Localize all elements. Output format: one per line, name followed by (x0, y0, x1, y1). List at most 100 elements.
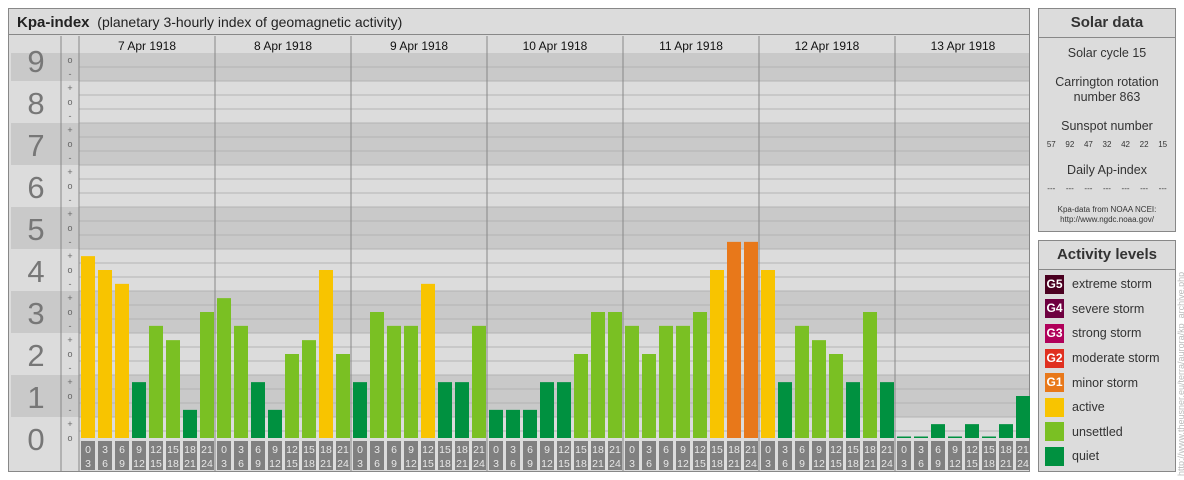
day-label: 7 Apr 1918 (118, 39, 176, 53)
band-7 (11, 123, 1029, 165)
kp-bar (948, 436, 962, 438)
interval-end: 24 (473, 458, 485, 470)
kp-bar (557, 382, 571, 438)
kp-bar (217, 298, 231, 438)
minor-tick-label: + (67, 83, 72, 93)
interval-start: 12 (558, 444, 570, 456)
minor-tick-label: o (67, 181, 72, 191)
interval-end: 12 (949, 458, 961, 470)
interval-end: 12 (541, 458, 553, 470)
legend-label: quiet (1072, 449, 1100, 464)
kp-bar (421, 283, 435, 438)
minor-tick-label: o (67, 97, 72, 107)
interval-end: 6 (782, 458, 788, 470)
interval-start: 6 (935, 444, 941, 456)
minor-tick-label: + (67, 335, 72, 345)
interval-end: 24 (745, 458, 757, 470)
interval-start: 12 (966, 444, 978, 456)
interval-start: 6 (255, 444, 261, 456)
kp-bar (829, 354, 843, 438)
interval-end: 21 (456, 458, 468, 470)
interval-start: 3 (510, 444, 516, 456)
kp-bar (693, 312, 707, 438)
interval-end: 18 (847, 458, 859, 470)
minor-tick-label: o (67, 55, 72, 65)
interval-end: 3 (765, 458, 771, 470)
interval-start: 15 (711, 444, 723, 456)
y-tick-label: 7 (27, 128, 44, 163)
interval-start: 0 (357, 444, 363, 456)
interval-end: 6 (510, 458, 516, 470)
interval-start: 12 (830, 444, 842, 456)
interval-start: 9 (544, 444, 550, 456)
interval-start: 15 (983, 444, 995, 456)
interval-end: 24 (881, 458, 893, 470)
interval-end: 21 (728, 458, 740, 470)
interval-end: 18 (983, 458, 995, 470)
interval-end: 12 (269, 458, 281, 470)
kp-bar (200, 312, 214, 438)
interval-start: 6 (799, 444, 805, 456)
interval-end: 15 (830, 458, 842, 470)
source-url: http://www.ngdc.noaa.gov/ (1060, 215, 1154, 224)
minor-tick-label: - (69, 237, 72, 247)
interval-end: 12 (813, 458, 825, 470)
day-label: 11 Apr 1918 (659, 39, 723, 53)
interval-start: 9 (136, 444, 142, 456)
sunspot-numbers: 57 92 47 32 42 22 15 (1042, 140, 1172, 149)
sunspot-value: 47 (1083, 140, 1093, 149)
interval-start: 18 (728, 444, 740, 456)
kp-bar (710, 270, 724, 438)
kp-bar (931, 424, 945, 438)
sunspot-label: Sunspot number (1061, 119, 1153, 133)
kp-bar (506, 409, 520, 438)
kp-bar (98, 270, 112, 438)
interval-end: 15 (150, 458, 162, 470)
interval-start: 18 (592, 444, 604, 456)
interval-end: 6 (918, 458, 924, 470)
y-tick-label: 4 (27, 254, 44, 289)
kp-bar (659, 325, 673, 438)
interval-end: 6 (102, 458, 108, 470)
minor-tick-label: - (69, 111, 72, 121)
day-label: 10 Apr 1918 (523, 39, 588, 53)
interval-end: 15 (286, 458, 298, 470)
interval-start: 3 (102, 444, 108, 456)
data-source: Kpa-data from NOAA NCEI: http://www.ngdc.… (1039, 205, 1175, 225)
kp-bar (438, 382, 452, 438)
legend-item-strong-storm: G3 strong storm (1039, 321, 1175, 346)
interval-start: 0 (629, 444, 635, 456)
interval-end: 24 (609, 458, 621, 470)
day-label: 13 Apr 1918 (931, 39, 996, 53)
interval-start: 0 (493, 444, 499, 456)
minor-tick-label: - (69, 69, 72, 79)
interval-end: 18 (439, 458, 451, 470)
y-tick-label: 0 (27, 422, 44, 457)
title-sub: (planetary 3-hourly index of geomagnetic… (97, 14, 403, 30)
interval-start: 0 (901, 444, 907, 456)
kp-bar (523, 409, 537, 438)
legend-swatch (1045, 397, 1064, 417)
interval-start: 3 (374, 444, 380, 456)
interval-start: 12 (694, 444, 706, 456)
interval-start: 18 (864, 444, 876, 456)
source-label: Kpa-data from NOAA NCEI: (1057, 205, 1157, 214)
interval-end: 9 (935, 458, 941, 470)
interval-end: 15 (422, 458, 434, 470)
legend-label: extreme storm (1072, 277, 1152, 292)
interval-end: 21 (320, 458, 332, 470)
legend-label: unsettled (1072, 424, 1123, 439)
interval-start: 18 (320, 444, 332, 456)
kp-bar (336, 354, 350, 438)
interval-end: 3 (629, 458, 635, 470)
kp-bar (591, 312, 605, 438)
legend-item-severe-storm: G4 severe storm (1039, 297, 1175, 322)
kp-bar (812, 340, 826, 438)
activity-legend: G5 extreme storm G4 severe storm G3 strong st… (1039, 270, 1175, 469)
legend-swatch: G5 (1045, 274, 1064, 294)
interval-start: 6 (663, 444, 669, 456)
kp-bar (761, 270, 775, 438)
sunspot-value: 92 (1065, 140, 1075, 149)
ap-value: --- (1084, 184, 1093, 193)
kp-bar (540, 382, 554, 438)
